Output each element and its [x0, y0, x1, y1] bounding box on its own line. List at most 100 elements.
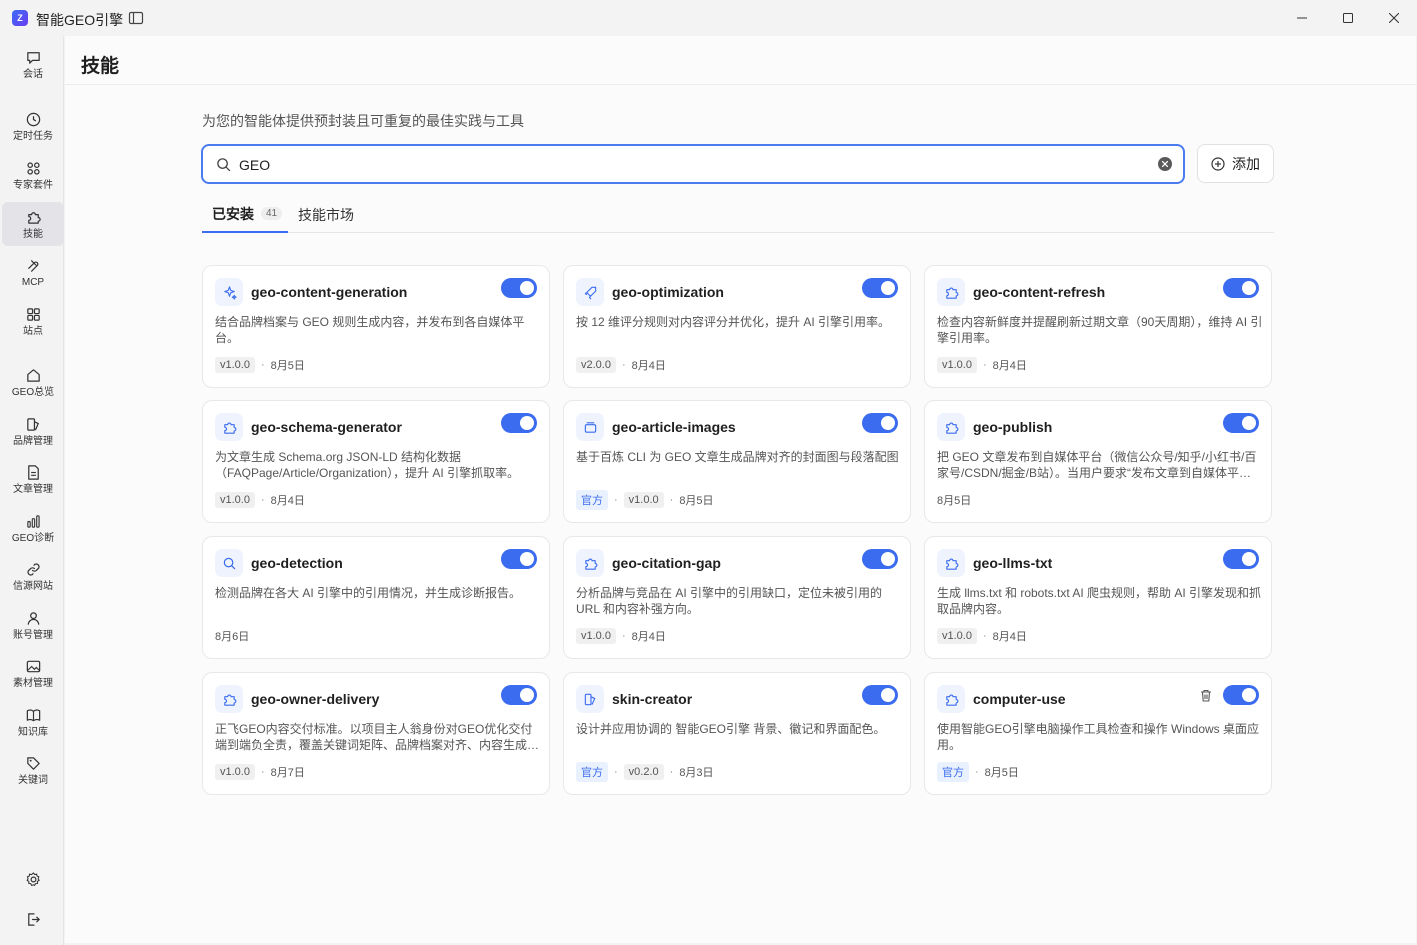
updated-date: 8月5日 — [984, 767, 1019, 779]
puzzle-icon — [27, 211, 41, 224]
minimize-button[interactable] — [1279, 0, 1325, 36]
rail-item-keywords[interactable]: 关键词 — [2, 748, 64, 792]
page-title: 技能 — [81, 56, 120, 77]
skill-card[interactable]: geo-llms-txt 生成 llms.txt 和 robots.txt AI … — [924, 536, 1272, 659]
logout-button[interactable] — [2, 903, 64, 935]
meta-separator: · — [621, 630, 626, 642]
enable-toggle[interactable] — [862, 685, 898, 705]
page-subtitle: 为您的智能体提供预封装且可重复的最佳实践与工具 — [202, 113, 524, 129]
rail-item-diagnose[interactable]: GEO诊断 — [2, 506, 64, 550]
updated-date: 8月5日 — [937, 495, 972, 507]
meta-separator: · — [260, 494, 265, 506]
enable-toggle[interactable] — [862, 278, 898, 298]
skill-name: geo-detection — [251, 555, 343, 571]
skill-meta: 官方 · 8月5日 — [937, 762, 1019, 782]
skill-card[interactable]: geo-citation-gap 分析品牌与竞品在 AI 引擎中的引用缺口，定位未… — [563, 536, 911, 659]
meta-separator: · — [975, 766, 979, 778]
rail-item-brand[interactable]: 品牌管理 — [2, 409, 64, 453]
rail-item-tasks[interactable]: 定时任务 — [2, 104, 64, 148]
tab-market-label: 技能市场 — [298, 206, 354, 223]
enable-toggle[interactable] — [501, 685, 537, 705]
enable-toggle[interactable] — [501, 549, 537, 569]
skill-name: geo-optimization — [612, 284, 724, 300]
official-badge: 官方 — [576, 762, 608, 782]
skill-meta: v1.0.0 · 8月4日 — [215, 490, 305, 510]
skill-card[interactable]: geo-owner-delivery 正飞GEO内容交付标准。以项目主人翁身份对G… — [202, 672, 550, 795]
rail-item-knowledge[interactable]: 知识库 — [2, 700, 64, 744]
updated-date: 8月5日 — [270, 360, 305, 372]
rail-item-mcp[interactable]: MCP — [2, 250, 64, 294]
enable-toggle[interactable] — [501, 413, 537, 433]
version-badge: v0.2.0 — [623, 764, 664, 780]
skill-name: geo-content-generation — [251, 284, 408, 300]
close-button[interactable] — [1371, 0, 1417, 36]
settings-button[interactable] — [2, 863, 64, 895]
enable-toggle[interactable] — [1223, 549, 1259, 569]
skill-icon — [937, 278, 965, 306]
gear-icon — [26, 871, 40, 886]
rail-label: 定时任务 — [13, 130, 53, 142]
rail-item-geo[interactable]: GEO总览 — [2, 360, 64, 404]
puzzle-icon — [223, 422, 236, 434]
updated-date: 8月4日 — [992, 360, 1027, 372]
rail-label: 账号管理 — [13, 629, 53, 641]
puzzle-icon — [945, 287, 958, 299]
rail-item-articles[interactable]: 文章管理 — [2, 457, 64, 501]
image-stack-icon — [584, 421, 596, 433]
skill-description: 结合品牌档案与 GEO 规则生成内容，并发布到各自媒体平台。 — [215, 315, 525, 345]
enable-toggle[interactable] — [1223, 278, 1259, 298]
meta-separator: · — [260, 766, 265, 778]
skill-card[interactable]: geo-content-refresh 检查内容新鲜度并提醒刷新过期文章（90天周… — [924, 265, 1272, 388]
trash-icon[interactable] — [1199, 688, 1213, 703]
skill-card[interactable]: geo-optimization 按 12 维评分规则对内容评分并优化，提升 AI… — [563, 265, 911, 388]
add-label: 添加 — [1232, 155, 1260, 172]
sites-icon — [26, 307, 40, 321]
sidebar-toggle-icon[interactable] — [128, 10, 144, 26]
version-badge: v1.0.0 — [215, 492, 255, 508]
skill-name: geo-article-images — [612, 419, 736, 435]
enable-toggle[interactable] — [501, 278, 537, 298]
updated-date: 8月4日 — [631, 631, 666, 643]
rail-item-experts[interactable]: 专家套件 — [2, 153, 64, 197]
search-box[interactable] — [201, 144, 1185, 184]
rail-label: 技能 — [23, 228, 43, 240]
enable-toggle[interactable] — [862, 549, 898, 569]
maximize-button[interactable] — [1325, 0, 1371, 36]
app-title: 智能GEO引擎 — [36, 12, 124, 28]
rail-item-assets[interactable]: 素材管理 — [2, 651, 64, 695]
add-skill-button[interactable]: 添加 — [1197, 144, 1274, 183]
skill-description: 设计并应用协调的 智能GEO引擎 背景、徽记和界面配色。 — [576, 722, 886, 736]
skill-card[interactable]: computer-use 使用智能GEO引擎电脑操作工具检查和操作 Windows… — [924, 672, 1272, 795]
tab-installed[interactable]: 已安装 41 — [202, 196, 288, 233]
official-badge: 官方 — [576, 490, 608, 510]
updated-date: 8月4日 — [270, 495, 305, 507]
skill-name: geo-owner-delivery — [251, 691, 380, 707]
skill-name: geo-publish — [973, 419, 1053, 435]
version-badge: v1.0.0 — [623, 492, 664, 508]
skill-card[interactable]: geo-schema-generator 为文章生成 Schema.org JSO… — [202, 400, 550, 523]
skill-meta: v1.0.0 · 8月4日 — [576, 626, 666, 646]
rail-item-sources[interactable]: 信源网站 — [2, 554, 64, 598]
rail-item-chat[interactable]: 会话 — [2, 42, 64, 86]
enable-toggle[interactable] — [1223, 685, 1259, 705]
rail-item-sites[interactable]: 站点 — [2, 299, 64, 343]
version-badge: v1.0.0 — [937, 357, 977, 373]
skill-card[interactable]: geo-detection 检测品牌在各大 AI 引擎中的引用情况，并生成诊断报告… — [202, 536, 550, 659]
rail-item-accounts[interactable]: 账号管理 — [2, 603, 64, 647]
skill-description: 检查内容新鲜度并提醒刷新过期文章（90天周期），维持 AI 引擎引用率。 — [937, 315, 1263, 345]
skill-description: 生成 llms.txt 和 robots.txt AI 爬虫规则，帮助 AI 引… — [937, 586, 1262, 616]
skill-card[interactable]: geo-publish 把 GEO 文章发布到自媒体平台（微信公众号/知乎/小红书… — [924, 400, 1272, 523]
skill-icon — [215, 413, 243, 441]
skill-card[interactable]: skin-creator 设计并应用协调的 智能GEO引擎 背景、徽记和界面配色。… — [563, 672, 911, 795]
skill-card[interactable]: geo-article-images 基于百炼 CLI 为 GEO 文章生成品牌对… — [563, 400, 911, 523]
clear-search-button[interactable] — [1158, 157, 1172, 171]
image-icon — [26, 660, 40, 672]
search-input[interactable] — [239, 154, 1139, 176]
page-header: 技能 — [65, 36, 1416, 85]
skill-card[interactable]: geo-content-generation 结合品牌档案与 GEO 规则生成内容… — [202, 265, 550, 388]
rail-item-skills[interactable]: 技能 — [2, 202, 64, 246]
tab-market[interactable]: 技能市场 — [298, 196, 354, 233]
enable-toggle[interactable] — [862, 413, 898, 433]
enable-toggle[interactable] — [1223, 413, 1259, 433]
link-icon — [26, 562, 40, 576]
